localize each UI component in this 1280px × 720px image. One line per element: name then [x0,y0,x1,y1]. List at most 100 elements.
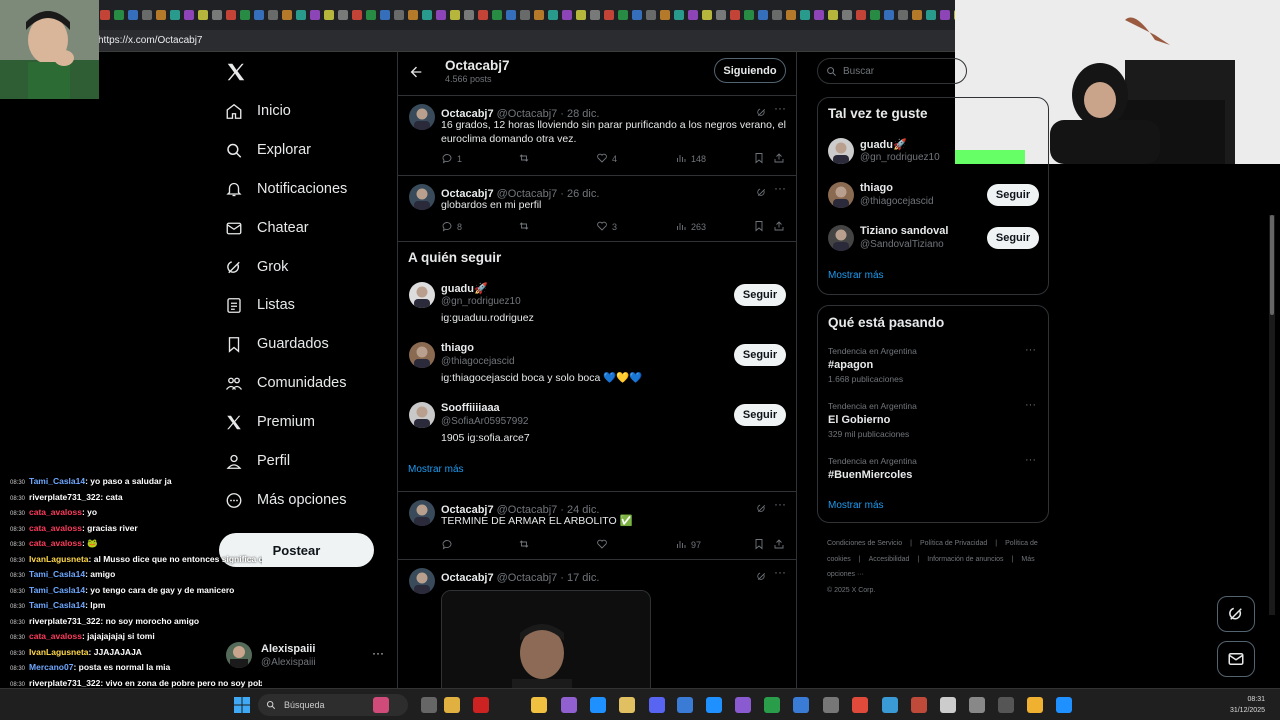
reply-button[interactable]: 8 [441,220,462,234]
nav-item-premium[interactable]: Premium [225,404,315,440]
grok-float-button[interactable] [1217,596,1255,632]
avatar[interactable] [828,182,854,208]
browser-tab[interactable] [198,10,208,20]
taskbar-app-icon[interactable] [793,697,809,713]
browser-tab[interactable] [674,10,684,20]
tweet[interactable]: Octacabj7 @Octacabj7 · 24 dic. ··· TERMINE D… [398,492,796,560]
taskbar-app-icon[interactable] [706,697,722,713]
windows-start-icon[interactable] [234,697,250,713]
taskbar-app-icon[interactable] [561,697,577,713]
browser-tab[interactable] [114,10,124,20]
more-dots-icon[interactable]: ··· [1025,399,1036,411]
taskbar-app-icon[interactable] [852,697,868,713]
browser-tab[interactable] [730,10,740,20]
taskbar-app-icon[interactable] [619,697,635,713]
browser-tab[interactable] [436,10,446,20]
taskbar-app-icon[interactable] [911,697,927,713]
more-dots-icon[interactable]: ··· [774,497,786,511]
sidebar-suggested-user[interactable]: Tiziano sandoval @SandovalTiziano Seguir [828,225,1040,255]
browser-tab[interactable] [310,10,320,20]
more-dots-icon[interactable]: ··· [774,181,786,195]
browser-tab[interactable] [744,10,754,20]
trend-item[interactable]: Tendencia en Argentina #apagon 1.668 publi… [828,344,1040,391]
grok-icon[interactable] [756,569,767,587]
browser-tab[interactable] [422,10,432,20]
more-dots-icon[interactable]: ··· [774,101,786,115]
browser-tab[interactable] [226,10,236,20]
browser-tab[interactable] [520,10,530,20]
taskbar-app-icon[interactable] [1027,697,1043,713]
browser-tab[interactable] [604,10,614,20]
browser-tab[interactable] [814,10,824,20]
nav-item-notificaciones[interactable]: Notificaciones [225,171,347,207]
browser-tab[interactable] [352,10,362,20]
views-button[interactable]: 97 [675,538,701,552]
avatar[interactable] [409,282,435,308]
nav-item-chatear[interactable]: Chatear [225,210,309,246]
browser-tab[interactable] [450,10,460,20]
avatar[interactable] [409,104,435,130]
back-arrow-icon[interactable] [408,64,426,82]
who-to-follow-show-more[interactable]: Mostrar más [408,464,464,475]
taskbar-clock[interactable]: 08:31 31/12/2025 [1215,694,1265,716]
browser-tab[interactable] [898,10,908,20]
following-button[interactable]: Siguiendo [714,58,786,83]
sidebar-user-name[interactable]: Tiziano sandoval [860,225,948,237]
browser-tab[interactable] [688,10,698,20]
views-button[interactable]: 263 [675,220,706,234]
follow-button[interactable]: Seguir [734,284,786,306]
browser-tab[interactable] [842,10,852,20]
browser-tab[interactable] [366,10,376,20]
suggested-user-name[interactable]: Sooffiiiiaaa [441,402,500,414]
browser-tab[interactable] [870,10,880,20]
heart-button[interactable]: 4 [596,152,617,166]
browser-tab[interactable] [170,10,180,20]
retweet-button[interactable] [518,538,534,552]
bookmark-button[interactable] [753,538,765,552]
avatar[interactable] [409,342,435,368]
tweet-author-name[interactable]: Octacabj7 [441,572,494,584]
sidebar-suggested-user[interactable]: guadu🚀 @gn_rodriguez10 [828,138,1040,168]
taskbar-app-icon[interactable] [823,697,839,713]
sidebar-user-handle[interactable]: @gn_rodriguez10 [860,152,940,163]
more-dots-icon[interactable]: ··· [1025,454,1036,466]
browser-tab[interactable] [940,10,950,20]
footer-link[interactable]: Accesibilidad [869,556,910,563]
taskbar-app-icon[interactable] [473,697,489,713]
browser-tab[interactable] [800,10,810,20]
avatar[interactable] [828,138,854,164]
tweet-date[interactable]: · 17 dic. [560,572,599,584]
taskbar-app-icon[interactable] [649,697,665,713]
taskbar-app-icon[interactable] [677,697,693,713]
browser-tab[interactable] [142,10,152,20]
follow-button[interactable]: Seguir [734,404,786,426]
taskbar-app-icon[interactable] [421,697,437,713]
nav-item-guardados[interactable]: Guardados [225,326,329,362]
bookmark-button[interactable] [753,152,765,166]
avatar[interactable] [409,402,435,428]
browser-tab[interactable] [338,10,348,20]
browser-tab[interactable] [576,10,586,20]
browser-tab[interactable] [828,10,838,20]
share-button[interactable] [773,538,785,552]
browser-tab[interactable] [758,10,768,20]
suggested-user-name[interactable]: guadu🚀 [441,282,488,295]
trend-item[interactable]: Tendencia en Argentina #BuenMiercoles ··· [828,454,1040,501]
taskbar-app-icon[interactable] [998,697,1014,713]
reply-button[interactable] [441,538,457,552]
browser-tab[interactable] [618,10,628,20]
search-input[interactable]: Buscar [817,58,967,84]
browser-tab[interactable] [590,10,600,20]
taskbar-app-icon[interactable] [1056,697,1072,713]
browser-tab[interactable] [856,10,866,20]
sidebar-user-name[interactable]: guadu🚀 [860,138,907,151]
browser-tab[interactable] [184,10,194,20]
address-url[interactable]: https://x.com/Octacabj7 [98,35,203,46]
taskbar-app-icon[interactable] [940,697,956,713]
suggested-user[interactable]: thiago @thiagocejascid ig:thiagocejascid b… [398,342,796,400]
sidebar-user-handle[interactable]: @SandovalTiziano [860,239,944,250]
browser-tab[interactable] [296,10,306,20]
suggested-user-name[interactable]: thiago [441,342,474,354]
browser-tab[interactable] [660,10,670,20]
browser-tab[interactable] [464,10,474,20]
